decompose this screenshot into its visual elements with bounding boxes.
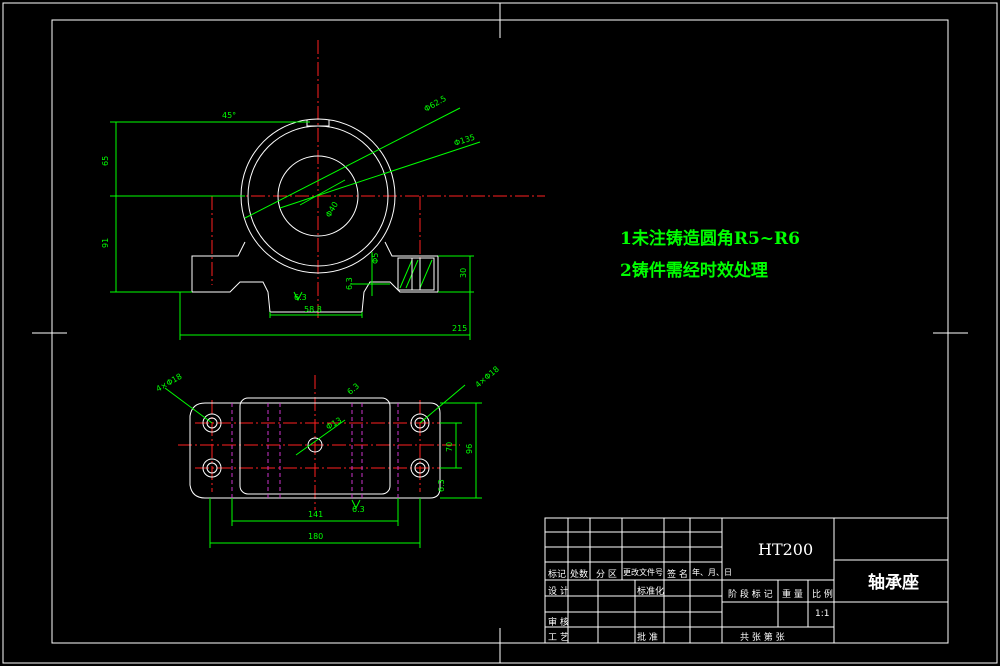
tb-standardize: 标准化 <box>637 587 665 597</box>
leader-dia-outer <box>244 107 461 219</box>
tb-zone: 分 区 <box>596 570 617 580</box>
tb-review: 审 核 <box>548 618 569 628</box>
tol-mark-top-c: 6.3 <box>437 479 446 492</box>
tb-design: 设 计 <box>548 587 569 597</box>
base-outline <box>191 241 439 313</box>
top-view: 4×Φ18 4×Φ18 Φ13 6.3 6.3 141 180 70 96 6.… <box>155 364 501 548</box>
tb-scale: 比 例 <box>812 590 833 600</box>
leader-hole-left <box>164 387 213 424</box>
tb-sheets: 共 张 第 张 <box>740 633 785 643</box>
tb-stage-mark: 阶 段 标 记 <box>728 590 773 600</box>
dim-height-inner-text: 70 <box>445 442 454 452</box>
tb-mark: 标记 <box>548 570 567 580</box>
dim-small-hole-text: Φ5 <box>371 253 380 264</box>
tb-change-doc: 更改文件号 <box>623 568 663 577</box>
hatch-1 <box>399 259 413 289</box>
drawing-canvas: 65 91 45° Φ62.5 Φ135 Φ40 58.8 6.3 30 Φ5 … <box>0 0 1000 666</box>
leader-dia-shaft <box>279 141 481 209</box>
part-name: 轴承座 <box>868 573 919 593</box>
tb-weight: 重 量 <box>782 590 803 600</box>
note-line-1: 1未注铸造圆角R5~R6 <box>620 229 800 249</box>
tb-count: 处数 <box>570 570 589 580</box>
dim-height-outer-text: 96 <box>465 444 474 454</box>
tb-process: 工 艺 <box>548 633 569 643</box>
sheet-border <box>2 2 998 664</box>
hatch-3 <box>419 259 433 289</box>
tb-date: 年、月、日 <box>692 568 732 577</box>
dim-dia-shaft-text: Φ135 <box>453 133 476 148</box>
dim-width-outer-text: 180 <box>308 532 323 541</box>
tol-mark-top-b: 6.3 <box>352 505 365 514</box>
section-area <box>397 257 435 291</box>
tol-mark-top-a: 6.3 <box>346 381 362 396</box>
dim-dia-bore-text: Φ40 <box>324 200 340 219</box>
dim-center-hole-text: Φ13 <box>325 416 344 432</box>
note-line-2: 2铸件需经时效处理 <box>620 261 768 281</box>
leader-dia-bore <box>299 179 346 206</box>
drawing-frame <box>51 19 949 644</box>
dim-base-recess-text: 58.8 <box>304 305 322 314</box>
tb-approve: 批 准 <box>637 633 658 643</box>
dim-foot-height-text: 30 <box>459 268 468 278</box>
dim-height-upper-text: 65 <box>101 156 110 166</box>
dim-hole-right-text: 4×Φ18 <box>474 364 501 389</box>
tb-scale-value: 1:1 <box>815 609 830 619</box>
dim-angle-text: 45° <box>222 111 236 120</box>
tb-sign: 签 名 <box>667 570 688 580</box>
front-view: 65 91 45° Φ62.5 Φ135 Φ40 58.8 6.3 30 Φ5 … <box>101 40 545 340</box>
dim-overall-length-text: 215 <box>452 324 467 333</box>
leader-hole-right <box>419 384 466 424</box>
dim-dia-outer-text: Φ62.5 <box>423 94 448 114</box>
material-label: HT200 <box>758 540 814 559</box>
tol-mark-b-text: 6.3 <box>345 277 354 290</box>
dim-width-inner-text: 141 <box>308 510 323 519</box>
dim-height-lower-text: 91 <box>101 238 110 248</box>
cad-drawing: 65 91 45° Φ62.5 Φ135 Φ40 58.8 6.3 30 Φ5 … <box>2 2 998 664</box>
